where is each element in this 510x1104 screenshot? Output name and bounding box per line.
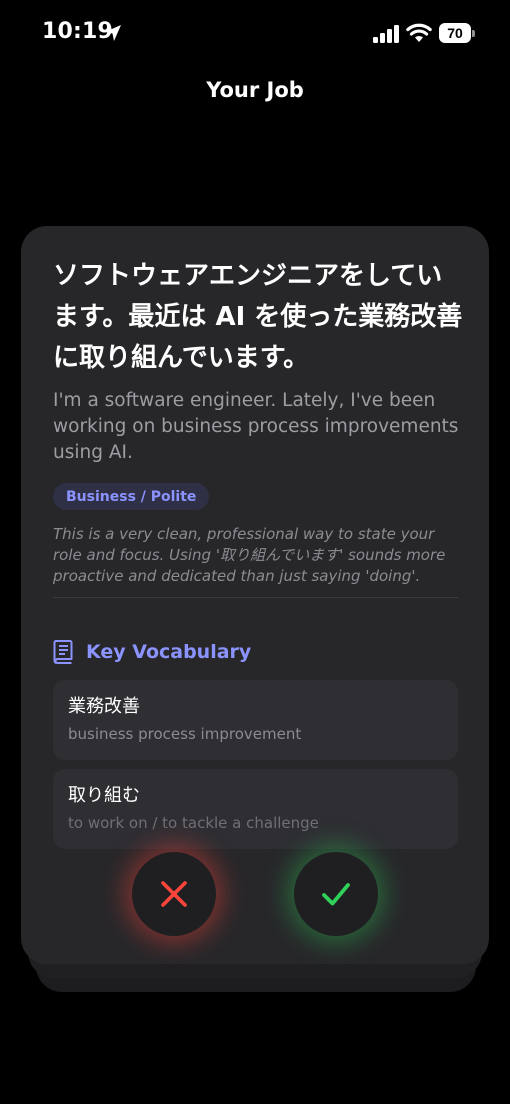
english-translation: I'm a software engineer. Lately, I've be…	[53, 390, 459, 463]
close-icon	[161, 881, 187, 907]
location-arrow-icon	[105, 25, 121, 41]
accept-button[interactable]	[294, 852, 378, 936]
divider	[53, 597, 458, 598]
status-bar: 10:19 70	[0, 0, 510, 66]
vocab-word: 取り組む	[68, 785, 140, 806]
vocab-item[interactable]: 取り組む to work on / to tackle a challenge	[53, 769, 458, 849]
japanese-phrase: ソフトウェアエンジニアをしています。最近は AI を使った業務改善に取り組んでい…	[53, 261, 463, 373]
checkmark-icon	[322, 883, 350, 906]
cellular-signal-icon	[373, 25, 399, 43]
wifi-icon	[406, 23, 432, 42]
vocabulary-header: Key Vocabulary	[53, 638, 251, 666]
battery-level: 70	[439, 23, 471, 43]
vocab-word: 業務改善	[68, 696, 140, 717]
battery-indicator: 70	[439, 23, 475, 43]
vocab-item[interactable]: 業務改善 business process improvement	[53, 680, 458, 760]
vocab-meaning: to work on / to tackle a challenge	[68, 814, 319, 832]
book-icon	[53, 640, 73, 664]
battery-cap	[472, 30, 475, 37]
phrase-card[interactable]: ソフトウェアエンジニアをしています。最近は AI を使った業務改善に取り組んでい…	[21, 226, 489, 964]
reject-button[interactable]	[132, 852, 216, 936]
usage-note: This is a very clean, professional way t…	[53, 525, 446, 585]
vocabulary-title: Key Vocabulary	[86, 641, 252, 663]
register-tag: Business / Polite	[53, 483, 210, 510]
page-title: Your Job	[206, 78, 304, 102]
vocab-meaning: business process improvement	[68, 725, 302, 743]
screen: 10:19 70 Your Job ソフトウェアエンジニアをしています。最近は …	[0, 0, 510, 1104]
